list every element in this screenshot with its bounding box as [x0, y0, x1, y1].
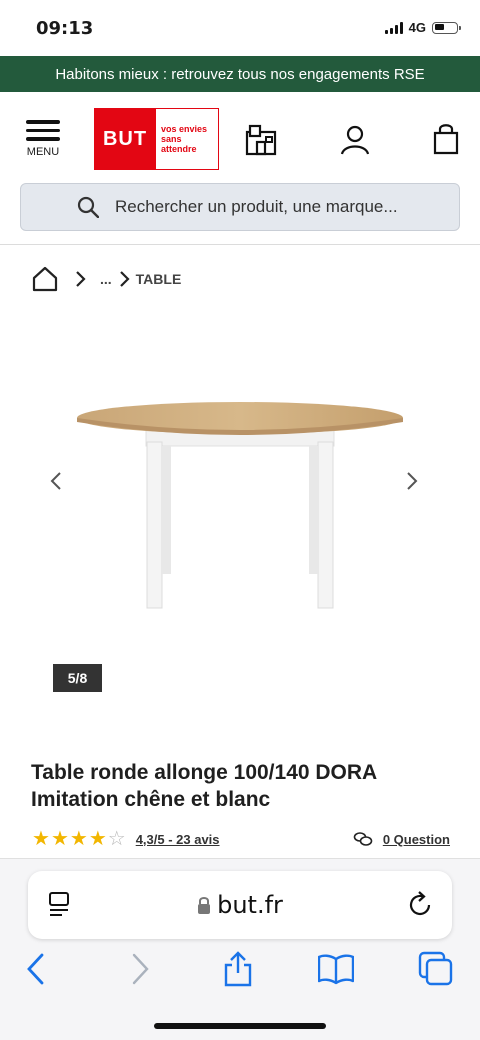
back-icon[interactable]	[18, 951, 54, 987]
star-full-icon: ★	[69, 828, 88, 850]
search-placeholder: Rechercher un produit, une marque...	[115, 197, 398, 216]
product-gallery[interactable]: 5/8	[0, 300, 480, 710]
questions-label: 0 Question	[382, 831, 450, 847]
status-bar: 09:13 4G	[0, 0, 480, 56]
star-full-icon: ★	[88, 828, 107, 850]
search-icon	[77, 196, 99, 218]
star-rating: ★ ★ ★ ★ ☆	[32, 829, 126, 849]
star-full-icon: ★	[50, 828, 69, 850]
logo-tagline: vos envies sans attendre	[155, 108, 219, 170]
network-label: 4G	[408, 20, 426, 35]
chevron-right-icon	[119, 271, 130, 287]
home-indicator	[154, 1023, 326, 1029]
rse-banner-text[interactable]: Habitons mieux : retrouvez tous nos enga…	[55, 66, 424, 83]
hamburger-icon	[26, 120, 60, 141]
product-image	[77, 402, 403, 609]
image-counter: 5/8	[53, 664, 102, 692]
rating-row: ★ ★ ★ ★ ☆ 4,3/5 - 23 avis 0 Question	[32, 828, 450, 850]
url-text: but.fr	[217, 891, 283, 919]
product-title-line1: Table ronde allonge 100/140 DORA	[31, 761, 378, 784]
header-divider	[0, 244, 480, 245]
speech-bubbles-icon	[353, 832, 373, 846]
menu-button[interactable]: MENU	[22, 120, 64, 158]
breadcrumb-current[interactable]: TABLE	[136, 271, 182, 287]
chevron-right-icon	[76, 271, 86, 287]
account-icon[interactable]	[340, 124, 370, 156]
signal-icon	[384, 21, 403, 34]
product-title-line2: Imitation chêne et blanc	[31, 788, 271, 811]
address-bar[interactable]: but.fr	[28, 871, 452, 939]
browser-chrome: but.fr	[0, 858, 480, 1040]
product-title: Table ronde allonge 100/140 DORA Imitati…	[31, 759, 377, 813]
share-icon[interactable]	[220, 951, 256, 987]
star-empty-icon: ☆	[107, 828, 126, 850]
status-indicators: 4G	[384, 20, 461, 35]
home-icon[interactable]	[32, 266, 58, 292]
site-header: MENU BUT vos envies sans attendre	[0, 92, 480, 182]
cart-icon[interactable]	[432, 122, 460, 156]
forward-icon[interactable]	[122, 951, 158, 987]
breadcrumb-ellipsis[interactable]: ...	[100, 271, 112, 287]
logo-mark: BUT	[94, 108, 156, 170]
menu-label: MENU	[26, 145, 60, 158]
next-image-arrow[interactable]	[400, 470, 422, 492]
but-logo[interactable]: BUT vos envies sans attendre	[94, 108, 219, 170]
questions-link[interactable]: 0 Question	[353, 831, 450, 847]
star-full-icon: ★	[32, 828, 50, 850]
reviews-link[interactable]: 4,3/5 - 23 avis	[136, 832, 220, 847]
rse-banner[interactable]: Habitons mieux : retrouvez tous nos enga…	[0, 56, 480, 92]
store-icon[interactable]	[244, 124, 278, 156]
previous-image-arrow[interactable]	[46, 470, 68, 492]
battery-icon	[432, 21, 461, 34]
bookmarks-icon[interactable]	[318, 951, 354, 987]
lock-icon	[198, 897, 211, 914]
status-time: 09:13	[36, 18, 94, 39]
breadcrumb: ... TABLE	[32, 266, 181, 292]
url-display[interactable]: but.fr	[28, 891, 452, 919]
tabs-icon[interactable]	[418, 951, 454, 987]
search-input[interactable]: Rechercher un produit, une marque...	[20, 183, 460, 231]
reload-icon[interactable]	[408, 891, 434, 919]
